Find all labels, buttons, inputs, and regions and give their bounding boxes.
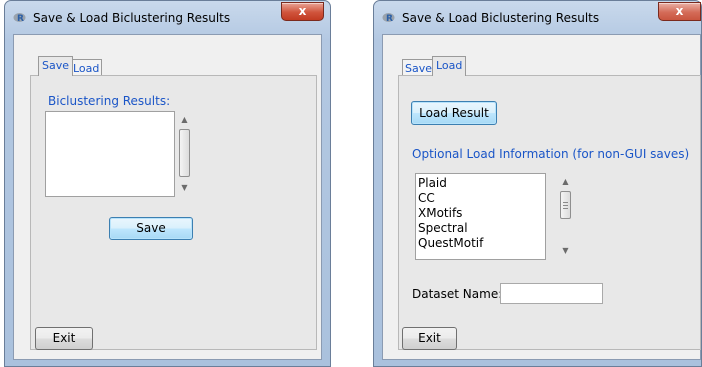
scroll-up-icon[interactable]: ▲ <box>557 177 574 187</box>
window-title: Save & Load Biclustering Results <box>33 11 231 25</box>
scroll-up-icon[interactable]: ▲ <box>176 115 193 125</box>
exit-button[interactable]: Exit <box>402 327 457 350</box>
tab-load[interactable]: Load <box>70 59 103 76</box>
dataset-name-field[interactable] <box>500 283 603 304</box>
scroll-down-icon[interactable]: ▼ <box>176 183 193 193</box>
r-logo-icon: R <box>13 13 26 23</box>
title-bar[interactable]: R Save & Load Biclustering Results x <box>5 1 330 33</box>
title-bar[interactable]: R Save & Load Biclustering Results x <box>374 1 701 33</box>
scroll-down-icon[interactable]: ▼ <box>557 246 574 256</box>
exit-button[interactable]: Exit <box>35 327 93 350</box>
r-logo-icon: R <box>382 13 395 23</box>
close-button[interactable]: x <box>281 2 324 21</box>
tab-save[interactable]: Save <box>402 59 436 76</box>
list-item[interactable]: Plaid <box>416 176 545 191</box>
results-listbox[interactable] <box>45 111 175 197</box>
list-item[interactable]: Spectral <box>416 221 545 236</box>
optional-load-info-label: Optional Load Information (for non-GUI s… <box>412 147 690 161</box>
list-item[interactable]: XMotifs <box>416 206 545 221</box>
list-item[interactable]: QuestMotif <box>416 236 545 251</box>
dataset-name-label: Dataset Name: <box>412 287 503 301</box>
method-scrollbar[interactable]: ▲ ▼ <box>557 173 574 260</box>
scrollbar-thumb[interactable] <box>179 129 190 177</box>
load-result-button[interactable]: Load Result <box>411 101 497 125</box>
close-button[interactable]: x <box>658 2 701 21</box>
method-listbox[interactable]: Plaid CC XMotifs Spectral QuestMotif <box>415 173 546 260</box>
save-button[interactable]: Save <box>109 217 193 240</box>
svg-text:R: R <box>17 14 24 23</box>
results-scrollbar[interactable]: ▲ ▼ <box>176 111 193 197</box>
biclustering-results-label: Biclustering Results: <box>48 94 171 108</box>
tab-load[interactable]: Load <box>432 56 467 76</box>
save-load-window-load-tab: R Save & Load Biclustering Results x Sav… <box>373 0 702 367</box>
save-load-window-save-tab: R Save & Load Biclustering Results x Sav… <box>4 0 331 367</box>
list-item[interactable]: CC <box>416 191 545 206</box>
scrollbar-thumb[interactable] <box>560 191 571 219</box>
window-title: Save & Load Biclustering Results <box>402 11 600 25</box>
svg-text:R: R <box>386 14 393 23</box>
tab-save[interactable]: Save <box>38 56 74 76</box>
